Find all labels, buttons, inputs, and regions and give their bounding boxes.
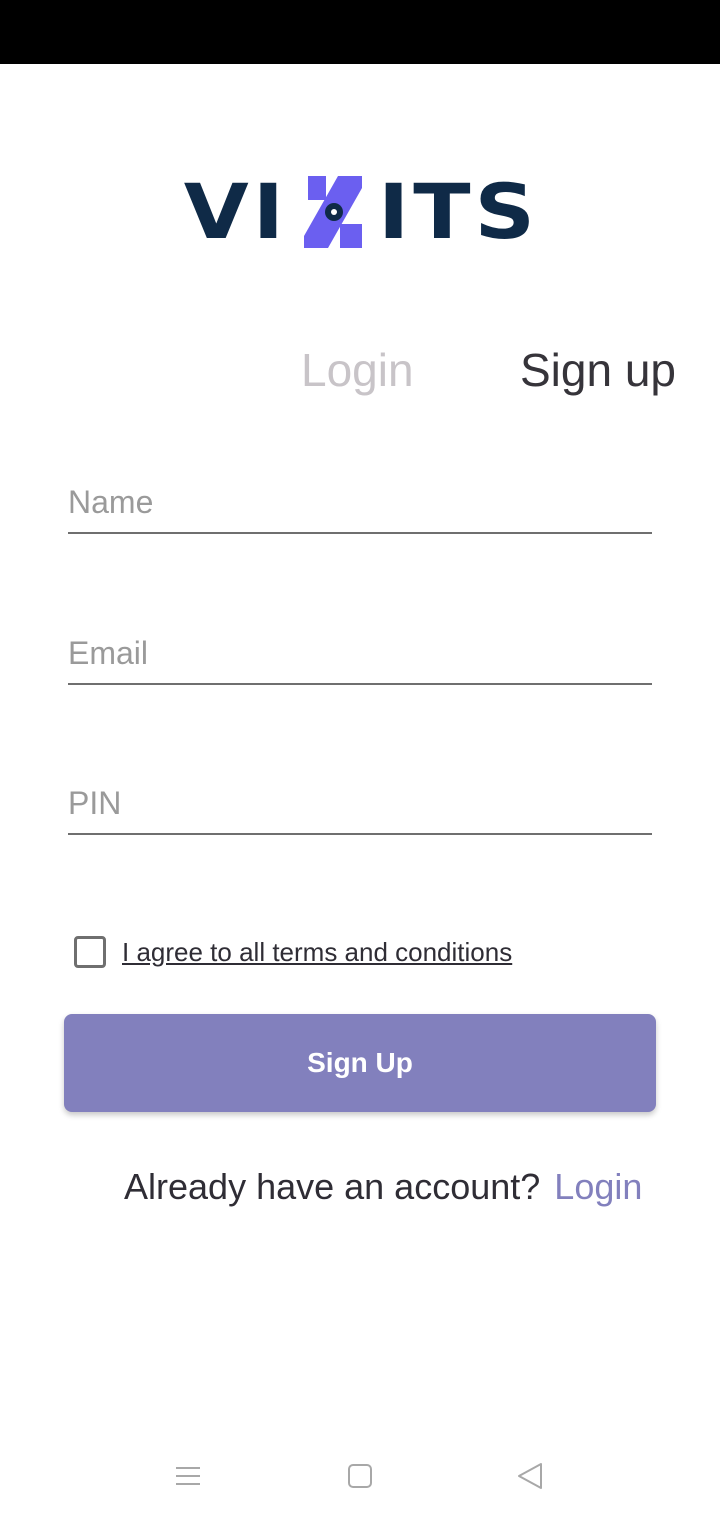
back-triangle-icon[interactable] — [508, 1458, 552, 1498]
name-input[interactable] — [68, 472, 652, 532]
terms-checkbox[interactable] — [74, 936, 106, 968]
account-prompt-text: Already have an account? — [124, 1166, 541, 1207]
email-input[interactable] — [68, 623, 652, 683]
pin-field-container — [68, 773, 652, 835]
logo-text-left: VI — [183, 167, 288, 257]
tab-signup[interactable]: Sign up — [520, 340, 676, 400]
pin-input[interactable] — [68, 773, 652, 833]
email-field-container — [68, 623, 652, 685]
name-field-container — [68, 472, 652, 534]
logo-z-mark-icon — [304, 176, 362, 248]
system-nav-bar — [0, 1440, 720, 1520]
terms-row: I agree to all terms and conditions — [74, 932, 512, 972]
sign-up-button[interactable]: Sign Up — [64, 1014, 656, 1112]
tab-login[interactable]: Login — [301, 340, 414, 400]
login-link[interactable]: Login — [554, 1166, 642, 1207]
account-prompt-row: Already have an account? Login — [124, 1162, 642, 1212]
logo-text-right: ITS — [378, 167, 540, 257]
menu-icon[interactable] — [166, 1458, 210, 1498]
status-bar — [0, 0, 720, 64]
home-square-icon[interactable] — [338, 1458, 382, 1498]
terms-link[interactable]: I agree to all terms and conditions — [122, 937, 512, 968]
